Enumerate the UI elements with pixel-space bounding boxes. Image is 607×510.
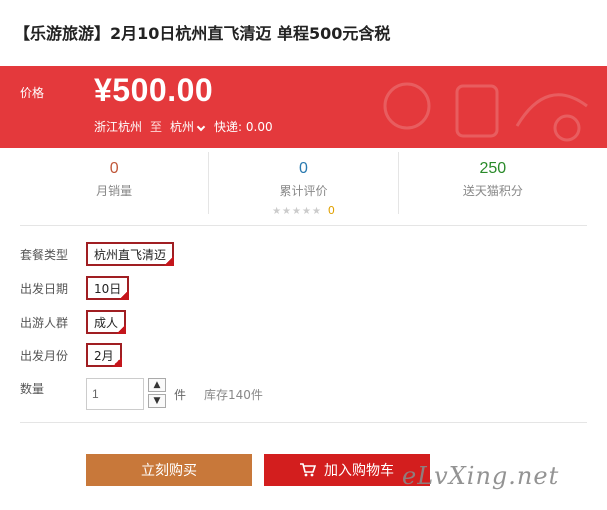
travel-decoration-icon — [383, 82, 588, 142]
price-value: ¥500.00 — [94, 72, 214, 108]
destination-city: 杭州 — [170, 120, 195, 134]
add-to-cart-label: 加入购物车 — [324, 463, 394, 479]
price-label: 价格 — [20, 86, 45, 100]
rating-count: 0 — [327, 204, 335, 217]
increase-button[interactable]: ▲ — [148, 378, 166, 392]
stat-reviews[interactable]: 0 累计评价 ★★★★★ 0 — [208, 152, 397, 217]
quantity-unit: 件 — [174, 388, 187, 402]
stat-monthly-sales: 0 月销量 — [20, 152, 208, 214]
quantity-input[interactable] — [86, 378, 144, 410]
stat-label: 月销量 — [96, 184, 133, 198]
price-panel: 价格 ¥500.00 浙江杭州 至 杭州 快递: 0.00 — [0, 66, 607, 148]
option-label: 出发月份 — [20, 348, 69, 363]
chevron-down-icon — [196, 122, 206, 131]
buy-now-button[interactable]: 立刻购买 — [86, 454, 252, 486]
destination-select[interactable]: 杭州 — [170, 118, 206, 135]
option-value: 10日 — [94, 282, 122, 296]
origin-city: 浙江杭州 — [94, 120, 143, 134]
divider — [20, 225, 587, 226]
star-rating-icon: ★★★★★ — [272, 206, 322, 217]
selected-check-icon — [119, 290, 130, 300]
shipping-route: 浙江杭州 至 杭州 快递: 0.00 — [94, 118, 273, 135]
to-word: 至 — [150, 120, 163, 134]
month-option-selected[interactable]: 2月 — [86, 343, 122, 367]
selected-check-icon — [116, 324, 127, 334]
stat-points: 250 送天猫积分 — [397, 152, 587, 214]
shipping-fee: 快递: 0.00 — [214, 120, 273, 134]
option-label: 出发日期 — [20, 281, 69, 296]
quantity-label: 数量 — [20, 382, 45, 396]
people-option-selected[interactable]: 成人 — [86, 310, 127, 334]
stat-value: 0 — [299, 160, 308, 177]
stats-bar: 0 月销量 0 累计评价 ★★★★★ 0 250 送天猫积分 — [20, 152, 587, 217]
product-title: 【乐游旅游】2月10日杭州直飞清迈 单程500元含税 — [14, 24, 391, 43]
quantity-stepper: ▲ ▼ — [148, 378, 166, 408]
divider — [20, 422, 587, 423]
option-row-people: 出游人群 成人 — [20, 310, 127, 334]
option-label: 出游人群 — [20, 315, 69, 330]
rating-row: ★★★★★ 0 — [209, 199, 397, 218]
option-row-package: 套餐类型 杭州直飞清迈 — [20, 242, 175, 266]
stock-count: 库存140件 — [204, 388, 263, 402]
site-watermark: eLvXing.net — [402, 462, 560, 490]
quantity-row: 数量 ▲ ▼ 件 库存140件 — [20, 378, 263, 410]
selected-check-icon — [164, 256, 175, 266]
decrease-button[interactable]: ▼ — [148, 394, 166, 408]
selected-check-icon — [111, 357, 122, 367]
stat-label: 送天猫积分 — [462, 184, 523, 198]
option-row-month: 出发月份 2月 — [20, 343, 122, 367]
stat-label: 累计评价 — [279, 184, 328, 198]
option-row-date: 出发日期 10日 — [20, 276, 130, 300]
option-value: 成人 — [94, 316, 119, 330]
package-option-selected[interactable]: 杭州直飞清迈 — [86, 242, 175, 266]
date-option-selected[interactable]: 10日 — [86, 276, 130, 300]
cart-icon — [300, 463, 316, 477]
option-value: 杭州直飞清迈 — [94, 248, 167, 262]
stat-value: 0 — [109, 160, 119, 177]
option-label: 套餐类型 — [20, 247, 69, 262]
stat-value: 250 — [479, 160, 507, 177]
